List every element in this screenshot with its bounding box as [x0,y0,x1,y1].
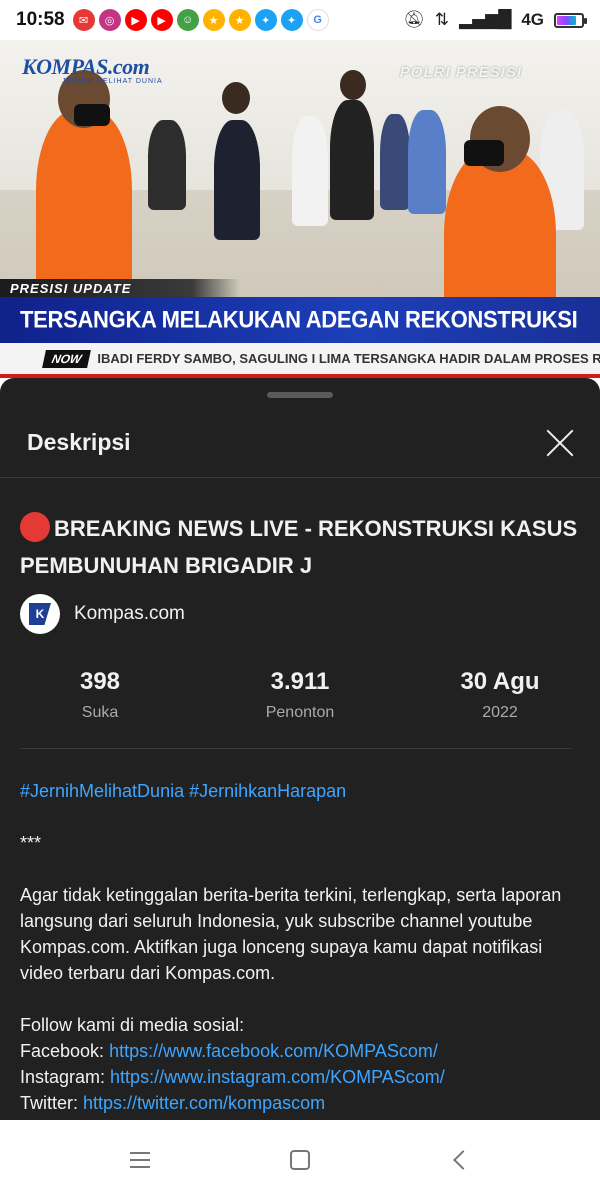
update-tag: PRESISI UPDATE [0,279,240,297]
social-label: Facebook: [20,1041,110,1061]
scene-mask [74,104,110,126]
back-button[interactable] [440,1140,480,1180]
twitter-icon: ✦ [254,9,277,31]
stat-value: 3.911 [270,668,330,695]
scene-person [148,120,186,210]
hashtags-link[interactable]: #JernihMelihatDunia #JernihkanHarapan [20,778,590,804]
instagram-icon: ◎ [98,9,121,31]
drag-handle[interactable] [267,392,333,398]
now-badge: NOW [42,349,92,368]
scene-person [330,100,374,220]
youtube-icon: ▶ [124,9,147,31]
scene-person [214,120,260,240]
channel-avatar[interactable]: K [20,594,60,634]
panel-header: Deskripsi [0,408,600,478]
youtube-icon: ▶ [150,9,173,31]
social-label: Twitter: [20,1093,84,1113]
app-icon: ☺ [176,9,199,31]
menu-icon [130,1152,150,1168]
home-button[interactable] [280,1140,320,1180]
app-icon: ★ [202,9,225,31]
app-icon: ★ [228,9,251,31]
video-stats: 398 Suka 3.911 Penonton 30 Agu 2022 [0,668,600,722]
headline-bar: TERSANGKA MELAKUKAN ADEGAN REKONSTRUKSI [0,297,600,343]
polri-watermark: POLRI PRESISI [399,64,522,81]
social-label: Instagram: [20,1067,111,1087]
scene-person [380,114,410,210]
stat-label: 2022 [482,704,518,721]
system-nav-bar [0,1120,600,1200]
stat-views: 3.911 Penonton [200,668,400,722]
description-body: #JernihMelihatDunia #JernihkanHarapan **… [20,778,590,1116]
headline-text: TERSANGKA MELAKUKAN ADEGAN REKONSTRUKSI [20,305,578,334]
status-indicators: 🔕︎ ⇅ ▂▄▆█ 4G [403,10,587,30]
mute-icon: 🔕︎ [403,10,425,30]
stat-value: 398 [79,668,121,695]
video-title: BREAKING NEWS LIVE - REKONSTRUKSI KASUS … [20,510,580,584]
scene-person [292,116,328,226]
channel-name[interactable]: Kompas.com [74,603,185,625]
stat-date: 30 Agu 2022 [400,668,600,722]
kompas-avatar-icon: K [29,603,51,625]
network-type: 4G [521,10,544,29]
channel-row[interactable]: K Kompas.com [20,594,185,634]
google-icon: G [306,9,329,31]
social-instagram: Instagram: https://www.instagram.com/KOM… [20,1064,590,1090]
instagram-link[interactable]: https://www.instagram.com/KOMPAScom/ [110,1067,445,1087]
divider [20,748,572,749]
video-title-text: BREAKING NEWS LIVE - REKONSTRUKSI KASUS … [20,516,578,578]
app-icon: ✉ [72,9,95,31]
stat-value: 30 Agu [460,668,540,695]
panel-title: Deskripsi [27,429,131,455]
scene-mask [464,140,504,166]
follow-intro: Follow kami di media sosial: [20,1015,245,1035]
stat-label: Penonton [265,704,335,721]
description-text: Agar tidak ketinggalan berita-berita ter… [20,885,562,983]
status-time: 10:58 [16,9,65,30]
social-twitter: Twitter: https://twitter.com/kompascom [20,1090,590,1116]
ticker-text: IBADI FERDY SAMBO, SAGULING I LIMA TERSA… [97,351,600,366]
scene-person [408,110,446,214]
kompas-tagline: JERNIH MELIHAT DUNIA [62,78,163,85]
stat-likes: 398 Suka [0,668,200,722]
kompas-logo: KOMPAS.com [22,54,150,79]
stat-label: Suka [81,704,119,721]
scene-head [340,70,366,100]
back-icon [453,1150,473,1170]
facebook-link[interactable]: https://www.facebook.com/KOMPAScom/ [109,1041,438,1061]
separator: *** [20,833,42,853]
home-icon [290,1150,310,1170]
twitter-link[interactable]: https://twitter.com/kompascom [83,1093,325,1113]
twitter-icon: ✦ [280,9,303,31]
status-bar: 10:58 ✉ ◎ ▶ ▶ ☺ ★ ★ ✦ ✦ G 🔕︎ ⇅ ▂▄▆█ 4G [0,0,600,40]
notification-icons: ✉ ◎ ▶ ▶ ☺ ★ ★ ✦ ✦ G [72,9,329,31]
data-transfer-icon: ⇅ [434,10,450,30]
news-ticker: NOW IBADI FERDY SAMBO, SAGULING I LIMA T… [0,343,600,378]
video-player[interactable]: KOMPAS.com JERNIH MELIHAT DUNIA POLRI PR… [0,40,600,378]
live-dot-icon [20,512,50,542]
battery-icon [554,12,587,28]
description-panel: Deskripsi BREAKING NEWS LIVE - REKONSTRU… [0,378,600,1120]
menu-button[interactable] [120,1140,160,1180]
social-facebook: Facebook: https://www.facebook.com/KOMPA… [20,1038,590,1064]
close-icon[interactable] [540,424,578,462]
scene-head [222,82,250,114]
signal-icon: ▂▄▆█ [459,10,512,30]
